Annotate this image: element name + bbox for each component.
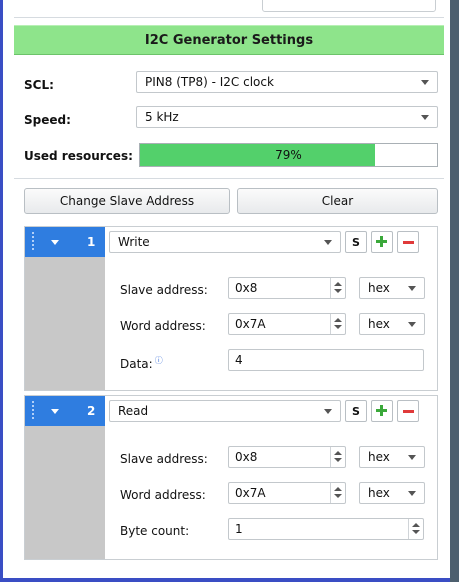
add-step-button[interactable] — [371, 231, 393, 253]
used-resources-label: Used resources: — [24, 149, 133, 163]
slave-format-value: hex — [368, 281, 390, 295]
speed-dropdown[interactable]: 5 kHz — [136, 106, 438, 128]
panel-title: I2C Generator Settings — [14, 25, 444, 55]
chevron-down-icon — [324, 409, 332, 414]
drag-handle-icon[interactable] — [31, 231, 35, 251]
window-frame-right — [450, 0, 459, 582]
window-frame-left — [0, 0, 3, 582]
minus-icon — [402, 409, 414, 413]
speed-value: 5 kHz — [145, 110, 179, 124]
byte-count-value: 1 — [235, 522, 243, 536]
step-sidebar — [25, 257, 105, 390]
start-condition-button[interactable]: S — [345, 400, 367, 422]
minus-icon — [402, 240, 414, 244]
step-number: 2 — [87, 404, 96, 418]
chevron-down-icon — [408, 455, 416, 460]
data-input[interactable]: 4 — [228, 349, 424, 371]
word-address-label: Word address: — [120, 319, 206, 333]
speed-label: Speed: — [24, 113, 71, 127]
word-address-input[interactable]: 0x7A — [228, 313, 346, 335]
word-address-value: 0x7A — [235, 317, 266, 331]
chevron-down-icon[interactable] — [51, 240, 59, 245]
used-resources-text: 79% — [275, 148, 302, 162]
clear-button[interactable]: Clear — [237, 188, 438, 214]
operation-value: Read — [118, 404, 149, 418]
slave-address-label: Slave address: — [120, 452, 208, 466]
step-number: 1 — [87, 235, 96, 249]
spinner-icon[interactable] — [408, 519, 423, 539]
chevron-down-icon — [408, 286, 416, 291]
step-read: 2 Read S Slave address: 0x8 hex Word add… — [24, 395, 438, 560]
slave-format-value: hex — [368, 450, 390, 464]
used-resources-bar: 79% — [139, 143, 438, 167]
word-format-value: hex — [368, 317, 390, 331]
operation-value: Write — [118, 235, 150, 249]
operation-dropdown[interactable]: Write — [109, 231, 341, 253]
chevron-down-icon — [408, 491, 416, 496]
word-address-value: 0x7A — [235, 486, 266, 500]
word-format-dropdown[interactable]: hex — [359, 313, 425, 335]
step-sidebar — [25, 426, 105, 559]
scl-dropdown[interactable]: PIN8 (TP8) - I2C clock — [136, 71, 438, 93]
divider — [14, 178, 444, 179]
data-label-text: Data: — [120, 357, 153, 371]
step-header[interactable]: 2 — [25, 396, 105, 426]
spinner-icon[interactable] — [330, 483, 345, 503]
spinner-icon[interactable] — [330, 314, 345, 334]
data-value: 4 — [235, 353, 243, 367]
start-condition-button[interactable]: S — [345, 231, 367, 253]
word-format-dropdown[interactable]: hex — [359, 482, 425, 504]
chevron-down-icon — [324, 240, 332, 245]
add-step-button[interactable] — [371, 400, 393, 422]
slave-address-input[interactable]: 0x8 — [228, 446, 346, 468]
word-format-value: hex — [368, 486, 390, 500]
remove-step-button[interactable] — [397, 231, 419, 253]
word-address-label: Word address: — [120, 488, 206, 502]
chevron-down-icon — [421, 115, 429, 120]
chevron-down-icon[interactable] — [51, 409, 59, 414]
plus-icon-vertical — [380, 405, 383, 416]
word-address-input[interactable]: 0x7A — [228, 482, 346, 504]
plus-icon-vertical — [380, 236, 383, 247]
window-frame-bottom — [0, 578, 450, 582]
change-slave-address-button[interactable]: Change Slave Address — [24, 188, 230, 214]
spinner-icon[interactable] — [330, 447, 345, 467]
divider — [14, 17, 444, 18]
slave-format-dropdown[interactable]: hex — [359, 277, 425, 299]
step-header[interactable]: 1 — [25, 227, 105, 257]
slave-address-value: 0x8 — [235, 450, 258, 464]
byte-count-label: Byte count: — [120, 524, 190, 538]
slave-address-label: Slave address: — [120, 283, 208, 297]
operation-dropdown[interactable]: Read — [109, 400, 341, 422]
step-write: 1 Write S Slave address: 0x8 hex Word ad… — [24, 226, 438, 391]
scl-label: SCL: — [24, 78, 54, 92]
remove-step-button[interactable] — [397, 400, 419, 422]
top-truncated-field[interactable] — [262, 0, 436, 12]
spinner-icon[interactable] — [330, 278, 345, 298]
info-icon[interactable]: ⓘ — [155, 356, 163, 365]
slave-format-dropdown[interactable]: hex — [359, 446, 425, 468]
slave-address-input[interactable]: 0x8 — [228, 277, 346, 299]
chevron-down-icon — [421, 80, 429, 85]
byte-count-input[interactable]: 1 — [228, 518, 424, 540]
drag-handle-icon[interactable] — [31, 400, 35, 420]
data-label: Data: ⓘ — [120, 355, 163, 371]
scl-value: PIN8 (TP8) - I2C clock — [145, 75, 274, 89]
slave-address-value: 0x8 — [235, 281, 258, 295]
chevron-down-icon — [408, 322, 416, 327]
